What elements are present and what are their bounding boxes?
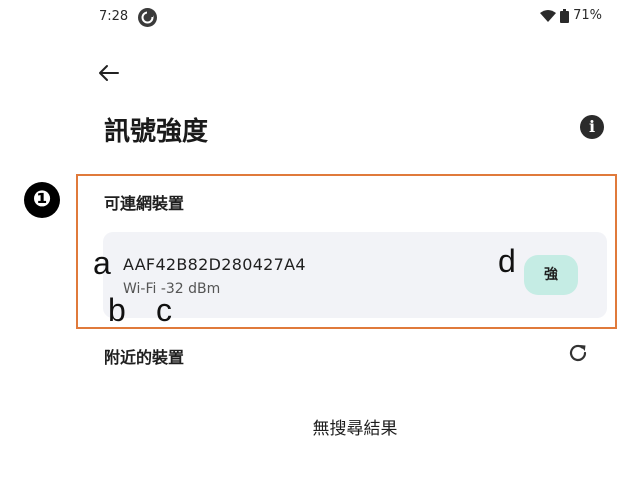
device-name: AAF42B82D280427A4 <box>123 255 306 274</box>
wifi-icon <box>540 10 557 22</box>
annotation-label-b: b <box>108 292 126 328</box>
back-button[interactable] <box>96 60 122 86</box>
status-time: 7:28 <box>99 9 129 24</box>
strength-badge: 強 <box>524 255 578 295</box>
empty-results-text: 無搜尋結果 <box>312 419 398 439</box>
available-devices-title: 可連網裝置 <box>104 194 185 213</box>
battery-level: 71% <box>573 8 602 23</box>
annotation-label-a: a <box>93 245 111 281</box>
refresh-icon <box>569 344 587 362</box>
battery-icon <box>560 8 570 23</box>
annotation-marker: ❶ <box>24 182 60 218</box>
page-title: 訊號強度 <box>104 117 209 147</box>
arrow-left-icon <box>99 65 119 81</box>
info-icon[interactable]: i <box>580 115 604 139</box>
nearby-devices-title: 附近的裝置 <box>104 348 185 367</box>
refresh-button[interactable] <box>566 341 590 365</box>
annotation-label-c: c <box>156 292 172 328</box>
status-indicators: 71% <box>540 8 602 23</box>
sync-app-icon <box>138 8 157 27</box>
annotation-label-d: d <box>498 243 516 279</box>
